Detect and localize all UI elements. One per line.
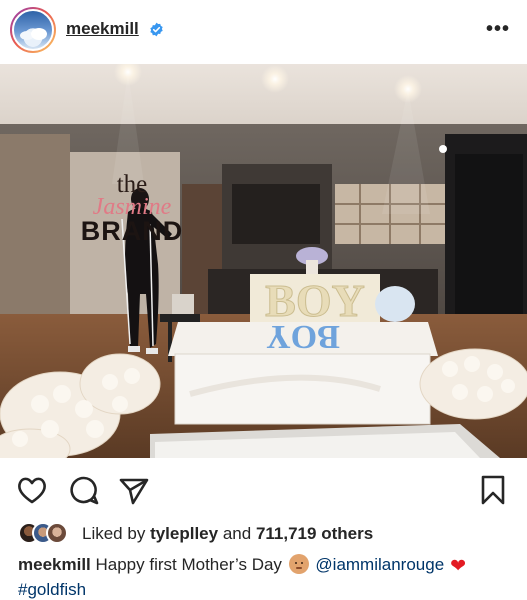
comment-icon[interactable]: [68, 474, 100, 506]
likes-count-link[interactable]: 711,719 others: [256, 524, 373, 543]
watermark: the Jasmine BRAND: [68, 172, 196, 245]
verified-badge-icon: [150, 22, 163, 37]
liked-by-label: Liked by: [82, 524, 146, 543]
red-heart-emoji-icon: ❤: [450, 556, 467, 577]
likes-row: Liked by tyleplley and 711,719 others: [18, 522, 518, 546]
liker-username-link[interactable]: tyleplley: [150, 524, 218, 543]
username-link[interactable]: meekmill: [66, 19, 139, 39]
likes-text: Liked by tyleplley and 711,719 others: [82, 524, 373, 544]
more-options-button[interactable]: •••: [486, 18, 510, 41]
caption-hashtag-link[interactable]: #goldfish: [18, 580, 86, 599]
avatar[interactable]: [10, 7, 56, 53]
flower-cake: BOY: [168, 318, 438, 425]
caption: meekmill Happy first Mother’s Day @iammi…: [18, 553, 518, 600]
watermark-jasmine: Jasmine: [92, 194, 172, 220]
action-bar: [0, 470, 527, 510]
photo-scene: BOY BOY: [0, 64, 527, 458]
watermark-brand: BRAND: [80, 216, 184, 246]
caption-text: Happy first Mother’s Day: [95, 555, 282, 574]
avatar-image: [12, 9, 54, 51]
caption-mention-link[interactable]: @iammilanrouge: [315, 555, 444, 574]
paper-plane-icon[interactable]: [118, 474, 150, 506]
likes-joiner: and: [222, 524, 252, 543]
caption-author-link[interactable]: meekmill: [18, 555, 91, 574]
post-header: meekmill •••: [0, 0, 527, 60]
heart-outline-icon[interactable]: [16, 474, 48, 506]
bookmark-icon[interactable]: [477, 474, 509, 506]
svg-text:BOY: BOY: [266, 318, 340, 355]
liker-avatar-3[interactable]: [46, 522, 68, 544]
post-photo[interactable]: BOY BOY the Jasmine BRAND: [0, 64, 527, 458]
baby-emoji-icon: [288, 554, 309, 574]
